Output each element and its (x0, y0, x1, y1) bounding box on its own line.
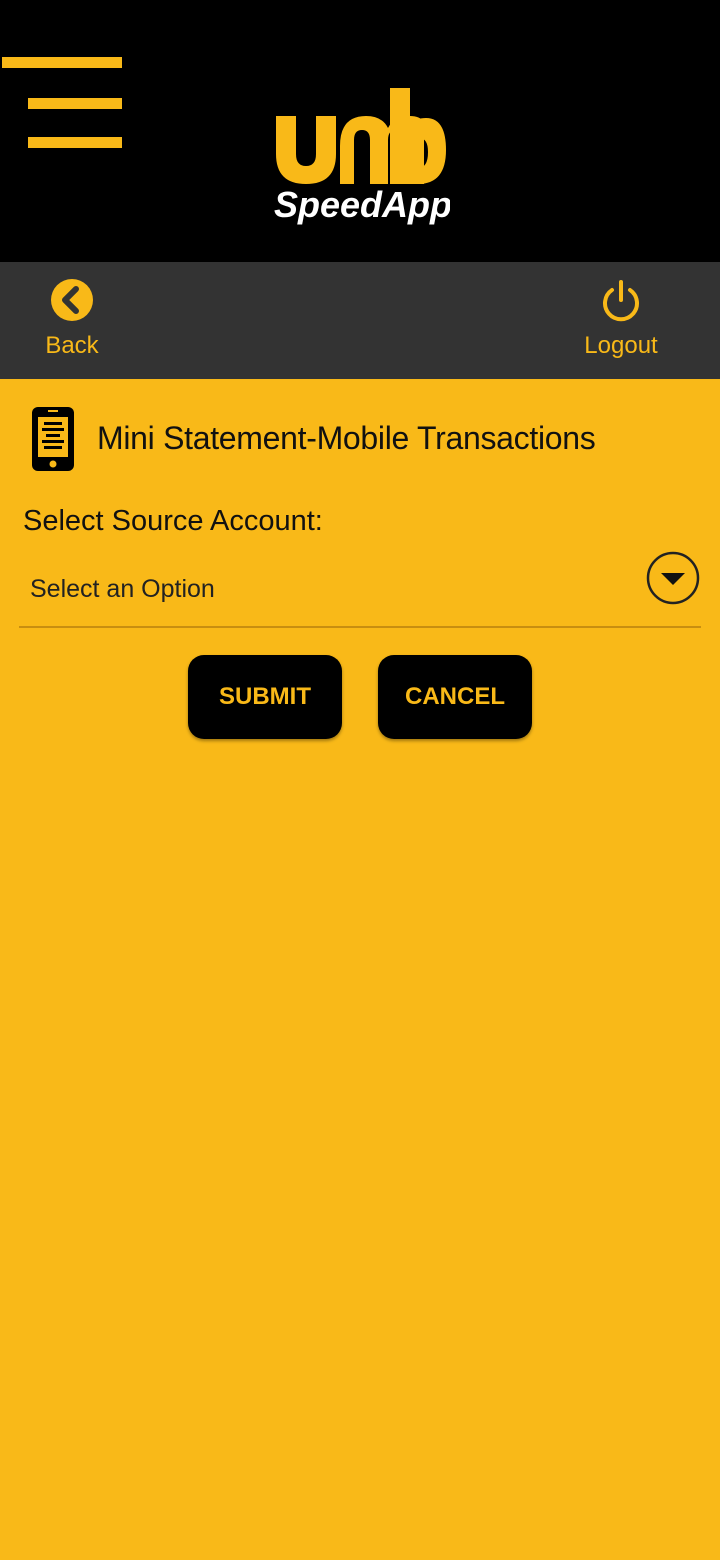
logout-button[interactable]: Logout (570, 262, 672, 379)
hamburger-menu-icon[interactable] (0, 50, 130, 160)
umb-speedapp-logo: SpeedApp (274, 88, 450, 225)
back-icon (51, 279, 93, 321)
select-value: Select an Option (30, 575, 215, 603)
cancel-button[interactable]: CANCEL (378, 655, 532, 739)
logo-subtitle: SpeedApp (274, 184, 450, 225)
logout-label: Logout (584, 332, 658, 359)
source-account-label: Select Source Account: (23, 505, 323, 537)
dropdown-chevron-icon[interactable] (645, 550, 701, 606)
mobile-statement-icon (32, 407, 74, 471)
back-button[interactable]: Back (22, 262, 122, 379)
source-account-select[interactable]: Select an Option (19, 548, 701, 628)
power-icon (603, 280, 639, 322)
app-header: SpeedApp (0, 0, 720, 262)
submit-button[interactable]: SUBMIT (188, 655, 342, 739)
page-title-row: Mini Statement-Mobile Transactions (0, 400, 720, 480)
page-title: Mini Statement-Mobile Transactions (97, 420, 596, 456)
back-label: Back (45, 332, 99, 359)
toolbar: Back Logout (0, 262, 720, 379)
